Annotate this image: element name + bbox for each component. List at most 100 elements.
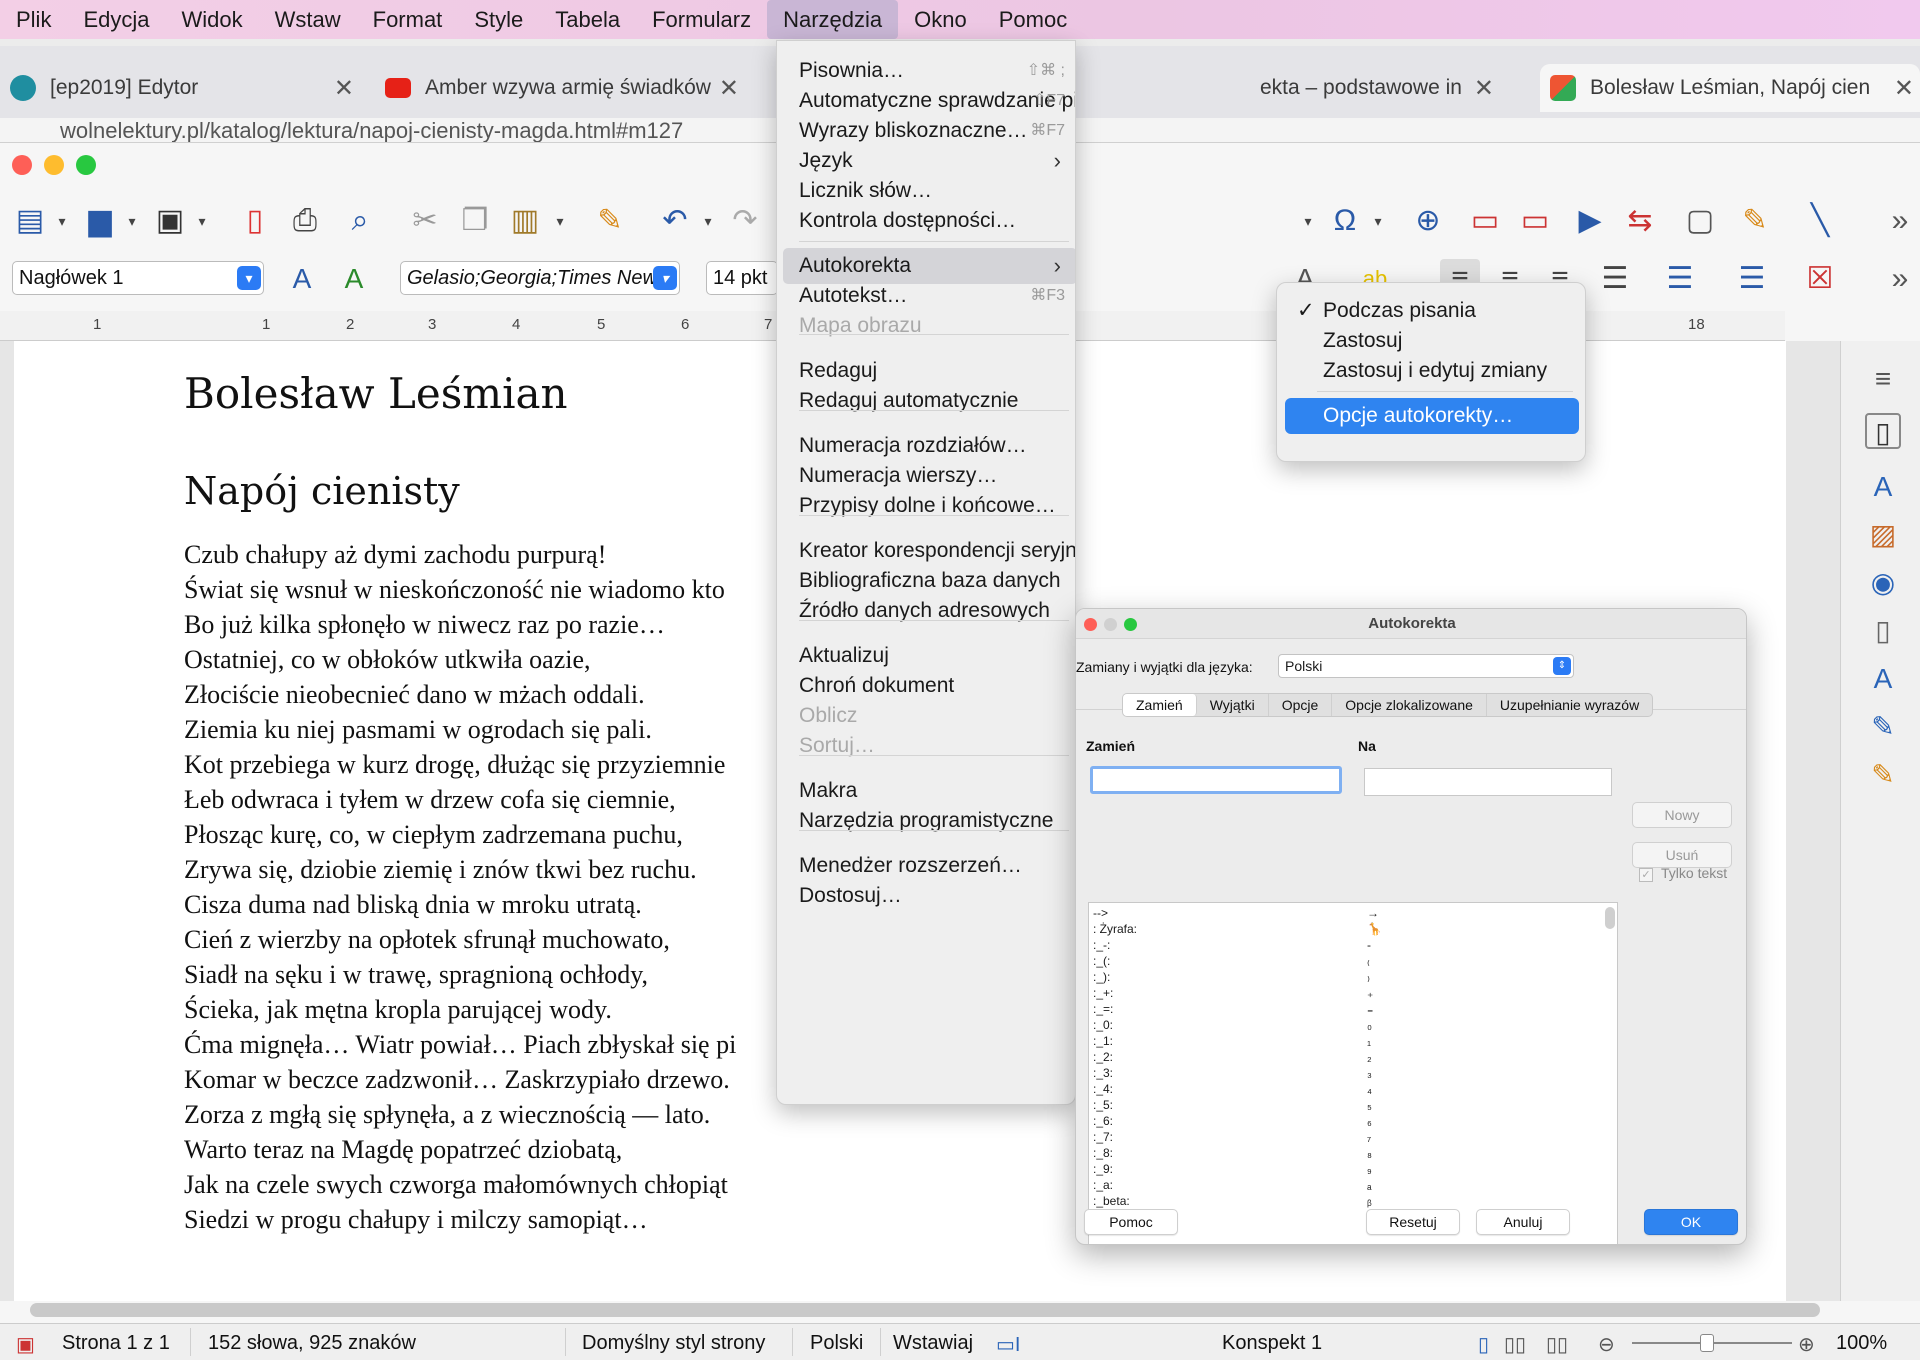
page-icon[interactable]: ▯ (1865, 613, 1901, 649)
chevron-down-icon[interactable]: ▾ (194, 201, 210, 241)
table-row[interactable]: :_8: ₈ (1089, 1145, 1599, 1161)
tab-exceptions[interactable]: Wyjątki (1197, 694, 1269, 716)
submenu-item-apply-and-edit[interactable]: Zastosuj i edytuj zmiany (1283, 353, 1579, 389)
table-row[interactable]: :_4: ₄ (1089, 1081, 1599, 1097)
chevron-down-icon[interactable]: ▾ (1370, 201, 1386, 241)
zoom-slider-handle[interactable] (1700, 1334, 1714, 1352)
more-options-icon[interactable]: » (1885, 259, 1915, 299)
new-document-icon[interactable]: ▤ (10, 201, 50, 241)
font-size-combo[interactable]: 14 pkt (706, 261, 778, 295)
horizontal-scrollbar[interactable] (30, 1303, 1820, 1317)
menu-formularz[interactable]: Formularz (636, 0, 767, 39)
chevron-down-icon[interactable]: ▾ (54, 201, 70, 241)
font-name-combo[interactable]: Gelasio;Georgia;Times New ▾ (400, 261, 680, 295)
zoom-in-icon[interactable]: ⊕ (1798, 1332, 1815, 1357)
undo-icon[interactable]: ↶ (655, 201, 695, 241)
styles-icon[interactable]: A (1865, 469, 1901, 505)
manage-changes-icon[interactable]: ✎ (1865, 709, 1901, 745)
close-window-button[interactable] (12, 155, 32, 175)
table-row[interactable]: :_beta: ᵦ (1089, 1193, 1599, 1209)
menu-widok[interactable]: Widok (166, 0, 259, 39)
word-count[interactable]: 152 słowa, 925 znaków (208, 1332, 416, 1355)
menu-edycja[interactable]: Edycja (67, 0, 165, 39)
justify-icon[interactable]: ☰ (1595, 259, 1635, 299)
clone-formatting-icon[interactable]: ✎ (590, 201, 630, 241)
new-button[interactable]: Nowy (1632, 802, 1732, 828)
table-row[interactable]: :_=: ₌ (1089, 1001, 1599, 1017)
menu-narzedzia[interactable]: Narzędzia (767, 0, 899, 39)
table-row[interactable]: :_+: ₊ (1089, 985, 1599, 1001)
redo-icon[interactable]: ↷ (725, 201, 765, 241)
tab-localized-options[interactable]: Opcje zlokalizowane (1332, 694, 1487, 716)
table-row[interactable]: :_(: ₍ (1089, 953, 1599, 969)
language-select[interactable]: Polski ⇕ (1278, 654, 1574, 678)
bullet-list-icon[interactable]: ☰ (1660, 259, 1700, 299)
zoom-out-icon[interactable]: ⊖ (1598, 1332, 1615, 1357)
copy-icon[interactable]: ❐ (455, 201, 495, 241)
table-row[interactable]: :_1: ₁ (1089, 1033, 1599, 1049)
no-list-icon[interactable]: ☒ (1800, 259, 1840, 299)
comment-icon[interactable]: ▢ (1680, 201, 1720, 241)
numbered-list-icon[interactable]: ☰ (1732, 259, 1772, 299)
replace-input[interactable] (1090, 766, 1342, 794)
chevron-down-icon[interactable]: ▾ (237, 266, 261, 290)
tab-replace[interactable]: Zamień (1123, 694, 1197, 716)
submenu-item-autocorrect-options[interactable]: Opcje autokorekty… (1285, 398, 1579, 434)
selection-mode-icon[interactable]: ▭I (996, 1332, 1020, 1357)
menu-plik[interactable]: Plik (0, 0, 67, 39)
tab-options[interactable]: Opcje (1269, 694, 1333, 716)
ok-button[interactable]: OK (1644, 1209, 1738, 1235)
book-view-icon[interactable]: ▯▯ (1546, 1332, 1568, 1357)
with-input[interactable] (1364, 768, 1612, 796)
export-pdf-icon[interactable]: ▯ (235, 201, 275, 241)
save-icon[interactable]: ▣ (150, 201, 190, 241)
tab-word-completion[interactable]: Uzupełnianie wyrazów (1487, 694, 1652, 716)
menu-format[interactable]: Format (357, 0, 459, 39)
dialog-close-button[interactable] (1084, 618, 1097, 631)
browser-tab[interactable]: Amber wzywa armię świadków ✕ (375, 64, 745, 112)
zoom-window-button[interactable] (76, 155, 96, 175)
table-row[interactable]: : Żyrafa: 🦒 (1089, 921, 1599, 937)
menu-item-customize[interactable]: Dostosuj… (777, 878, 1075, 914)
cross-reference-icon[interactable]: ▶ (1570, 201, 1610, 241)
chevron-down-icon[interactable]: ▾ (1300, 201, 1316, 241)
chevron-down-icon[interactable]: ▾ (124, 201, 140, 241)
menu-item-footnotes[interactable]: Przypisy dolne i końcowe… (777, 488, 1075, 524)
page-count[interactable]: Strona 1 z 1 (62, 1332, 170, 1355)
endnote-icon[interactable]: ▭ (1515, 201, 1555, 241)
hyperlink-icon[interactable]: ⊕ (1408, 201, 1448, 241)
table-row[interactable]: :_7: ₇ (1089, 1129, 1599, 1145)
close-icon[interactable]: ✕ (334, 74, 354, 103)
sidebar-menu-icon[interactable]: ≡ (1865, 361, 1901, 397)
new-style-icon[interactable]: A (334, 259, 374, 299)
cancel-button[interactable]: Anuluj (1476, 1209, 1570, 1235)
table-row[interactable]: :_2: ₂ (1089, 1049, 1599, 1065)
browser-tab-active[interactable]: Bolesław Leśmian, Napój cien ✕ (1540, 64, 1920, 112)
menu-item-dev-tools[interactable]: Narzędzia programistyczne (777, 803, 1075, 839)
gallery-icon[interactable]: ▨ (1865, 517, 1901, 553)
close-icon[interactable]: ✕ (1894, 74, 1914, 103)
browser-tab[interactable]: ekta – podstawowe in ✕ (1260, 64, 1500, 112)
chevron-down-icon[interactable]: ▾ (700, 201, 716, 241)
footnote-icon[interactable]: ▭ (1465, 201, 1505, 241)
paragraph-style-combo[interactable]: Nagłówek 1 ▾ (12, 261, 264, 295)
paste-icon[interactable]: ▥ (505, 201, 545, 241)
zoom-level[interactable]: 100% (1836, 1332, 1887, 1355)
cut-icon[interactable]: ✂ (405, 201, 445, 241)
menu-wstaw[interactable]: Wstaw (259, 0, 357, 39)
menu-item-auto-redact[interactable]: Redaguj automatycznie (777, 383, 1075, 419)
special-character-icon[interactable]: Ω (1325, 201, 1365, 241)
close-icon[interactable]: ✕ (719, 74, 739, 103)
properties-icon[interactable]: ▯ (1865, 413, 1901, 449)
help-button[interactable]: Pomoc (1084, 1209, 1178, 1235)
print-preview-icon[interactable]: ⌕ (340, 201, 380, 241)
style-inspector-icon[interactable]: A (1865, 661, 1901, 697)
design-icon[interactable]: ✎ (1865, 757, 1901, 793)
print-icon[interactable]: ⎙ (285, 201, 325, 241)
table-row[interactable]: :_6: ₆ (1089, 1113, 1599, 1129)
replacement-table[interactable]: --> → : Żyrafa: 🦒 :_-: ‐ :_(: ₍ :_): ₎ :_+: ₊ … (1088, 902, 1618, 1244)
menu-item-address-source[interactable]: Źródło danych adresowych (777, 593, 1075, 629)
list-scrollbar[interactable] (1605, 907, 1615, 929)
menu-pomoc[interactable]: Pomoc (983, 0, 1083, 39)
browser-tab[interactable]: [ep2019] Edytor ✕ (0, 64, 360, 112)
